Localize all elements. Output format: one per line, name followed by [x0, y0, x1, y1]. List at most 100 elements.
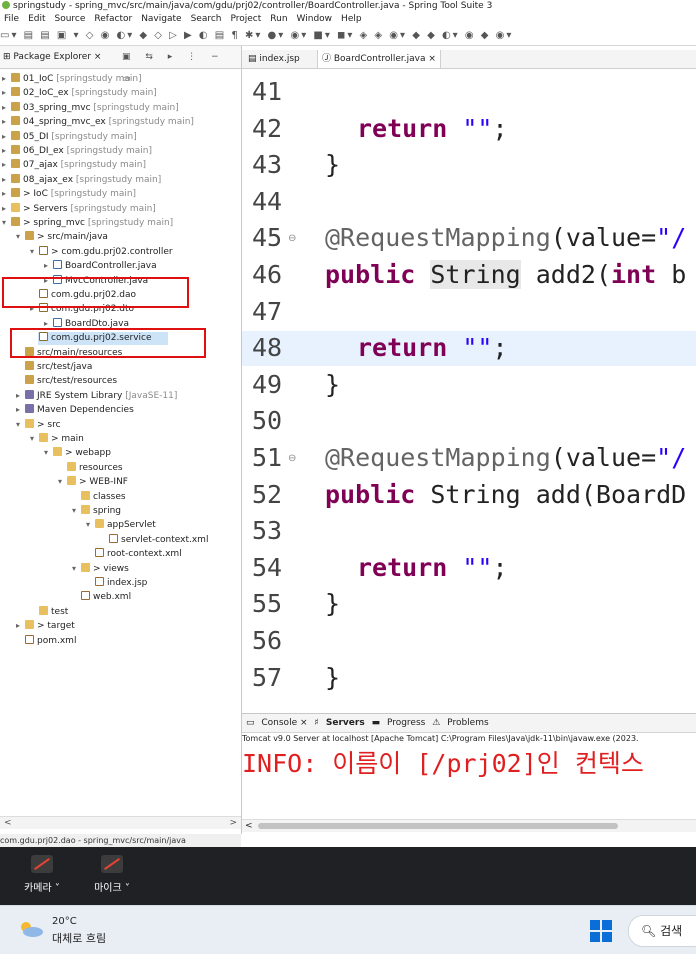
collapsed-arrow-icon[interactable]: ▸: [2, 144, 11, 158]
menu-navigate[interactable]: Navigate: [141, 14, 181, 24]
tree-item-decoration: [springstudy main]: [67, 203, 156, 214]
tree-item[interactable]: ▸ 01_IoC [springstudy main]: [2, 72, 142, 86]
tree-item[interactable]: ▾ > webapp: [44, 446, 111, 460]
tree-item[interactable]: pom.xml: [16, 634, 76, 648]
microphone-button[interactable]: 마이크 ˅: [82, 855, 142, 894]
tree-item[interactable]: ▾ > spring_mvc [springstudy main]: [2, 216, 173, 230]
tree-item[interactable]: root-context.xml: [86, 547, 182, 561]
collapsed-arrow-icon[interactable]: ▸: [16, 389, 25, 403]
weather-temperature[interactable]: 20°C: [52, 916, 77, 927]
weather-description[interactable]: 대체로 흐림: [52, 930, 106, 946]
tab-servers[interactable]: ♯ Servers: [314, 718, 364, 728]
collapsed-arrow-icon[interactable]: ▸: [2, 158, 11, 172]
windows-start-icon[interactable]: [590, 920, 612, 942]
line-number: 42: [252, 113, 283, 143]
collapsed-arrow-icon[interactable]: ▸: [16, 403, 25, 417]
menu-run[interactable]: Run: [270, 14, 287, 24]
console-horizontal-scrollbar[interactable]: <: [242, 819, 696, 832]
toolbar-icons[interactable]: ▭▾ ▤ ▤ ▣ ▾ ◇ ◉ ◐▾ ◆ ◇ ▷ ▶ ◐ ▤ ¶ ✱▾ ●▾ ◉▾…: [0, 30, 513, 41]
collapsed-arrow-icon[interactable]: ▸: [2, 86, 11, 100]
spring-tool-suite-icon: [2, 1, 10, 9]
menu-refactor[interactable]: Refactor: [94, 14, 132, 24]
tree-item[interactable]: index.jsp: [86, 576, 147, 590]
camera-button[interactable]: 카메라 ˅: [12, 855, 72, 894]
tree-item[interactable]: ▸ 08_ajax_ex [springstudy main]: [2, 173, 161, 187]
collapsed-arrow-icon[interactable]: ▸: [2, 173, 11, 187]
expanded-arrow-icon[interactable]: ▾: [2, 216, 11, 230]
menu-window[interactable]: Window: [297, 14, 333, 24]
tree-item-label: JRE System Library: [37, 390, 123, 401]
expanded-arrow-icon[interactable]: ▾: [72, 504, 81, 518]
tree-item[interactable]: ▸ 05_DI [springstudy main]: [2, 130, 137, 144]
tree-item[interactable]: ▾ > com.gdu.prj02.controller: [30, 245, 173, 259]
menu-search[interactable]: Search: [191, 14, 222, 24]
tree-item[interactable]: src/test/resources: [16, 374, 117, 388]
tree-item[interactable]: test: [30, 605, 68, 619]
collapsed-arrow-icon[interactable]: ▸: [44, 259, 53, 273]
tree-item[interactable]: web.xml: [72, 590, 131, 604]
cloudy-weather-icon[interactable]: [18, 921, 44, 937]
main-toolbar[interactable]: ▭▾ ▤ ▤ ▣ ▾ ◇ ◉ ◐▾ ◆ ◇ ▷ ▶ ◐ ▤ ¶ ✱▾ ●▾ ◉▾…: [0, 27, 696, 46]
collapsed-arrow-icon[interactable]: ▸: [2, 115, 11, 129]
code-editor[interactable]: 41 42 return ""; 43} 44 45 ⊖ @RequestMapping(va…: [242, 69, 696, 709]
expanded-arrow-icon[interactable]: ▾: [72, 562, 81, 576]
tree-item[interactable]: resources: [58, 461, 123, 475]
collapsed-arrow-icon[interactable]: ▸: [16, 619, 25, 633]
tree-item[interactable]: ▸ 07_ajax [springstudy main]: [2, 158, 146, 172]
tree-item[interactable]: src/test/java: [16, 360, 92, 374]
folder-icon: [81, 490, 90, 500]
collapsed-arrow-icon[interactable]: ▸: [2, 187, 11, 201]
tab-index-jsp[interactable]: ▤ index.jsp: [244, 50, 304, 68]
fold-collapse-icon[interactable]: ⊖: [288, 453, 296, 464]
tree-item[interactable]: ▸ 02_IoC_ex [springstudy main]: [2, 86, 157, 100]
expanded-arrow-icon[interactable]: ▾: [58, 475, 67, 489]
console-scroll-thumb[interactable]: [258, 823, 618, 829]
package-explorer-tab[interactable]: ⊞ Package Explorer ×: [3, 46, 101, 68]
tree-item[interactable]: ▾ > WEB-INF: [58, 475, 128, 489]
menu-help[interactable]: Help: [341, 14, 362, 24]
tree-item[interactable]: ▸ > IoC [springstudy main]: [2, 187, 136, 201]
collapsed-arrow-icon[interactable]: ▸: [2, 202, 11, 216]
tab-progress[interactable]: ▬ Progress: [372, 718, 426, 728]
tree-item[interactable]: ▾ > src: [16, 418, 61, 432]
menu-edit[interactable]: Edit: [28, 14, 45, 24]
fold-collapse-icon[interactable]: ⊖: [288, 233, 296, 244]
tab-problems[interactable]: ⚠ Problems: [432, 718, 488, 728]
menu-file[interactable]: File: [4, 14, 19, 24]
tree-item[interactable]: ▸ BoardController.java: [44, 259, 157, 273]
taskbar-search[interactable]: 🔍︎ 검색: [628, 915, 696, 947]
tree-item[interactable]: ▸ > Servers [springstudy main]: [2, 202, 156, 216]
collapsed-arrow-icon[interactable]: ▸: [2, 72, 11, 86]
tree-item[interactable]: ▸ > target: [16, 619, 75, 633]
menu-source[interactable]: Source: [55, 14, 86, 24]
expanded-arrow-icon[interactable]: ▾: [44, 446, 53, 460]
tree-item-label: > IoC: [23, 189, 48, 200]
tree-item[interactable]: servlet-context.xml: [100, 533, 208, 547]
tree-item[interactable]: ▸ 03_spring_mvc [springstudy main]: [2, 101, 179, 115]
expanded-arrow-icon[interactable]: ▾: [16, 418, 25, 432]
menu-project[interactable]: Project: [230, 14, 261, 24]
expanded-arrow-icon[interactable]: ▾: [86, 518, 95, 532]
tree-item[interactable]: ▸ 06_DI_ex [springstudy main]: [2, 144, 152, 158]
tree-item[interactable]: ▸ 04_spring_mvc_ex [springstudy main]: [2, 115, 194, 129]
tab-console[interactable]: ▭ Console ×: [246, 718, 308, 728]
tree-horizontal-scrollbar[interactable]: < >: [0, 816, 241, 829]
tree-item[interactable]: ▾ > src/main/java: [16, 230, 108, 244]
tree-item[interactable]: ▾ spring: [72, 504, 121, 518]
tree-item[interactable]: ▾ > main: [30, 432, 84, 446]
line-number: 47: [252, 296, 283, 326]
expanded-arrow-icon[interactable]: ▾: [30, 432, 39, 446]
tree-item[interactable]: classes: [72, 490, 126, 504]
collapsed-arrow-icon[interactable]: ▸: [2, 130, 11, 144]
tree-item[interactable]: ▸ Maven Dependencies: [16, 403, 134, 417]
line-number: 46: [252, 260, 283, 289]
tree-item[interactable]: ▾ > views: [72, 562, 129, 576]
expanded-arrow-icon[interactable]: ▾: [30, 245, 39, 259]
microphone-off-icon: [101, 855, 123, 873]
expanded-arrow-icon[interactable]: ▾: [16, 230, 25, 244]
tab-boardcontroller-java[interactable]: Ⓙ BoardController.java ×: [317, 50, 441, 68]
tree-item[interactable]: ▾ appServlet: [86, 518, 156, 532]
tree-item-label: appServlet: [107, 520, 156, 531]
tree-item[interactable]: ▸ JRE System Library [JavaSE-11]: [16, 389, 177, 403]
collapsed-arrow-icon[interactable]: ▸: [2, 101, 11, 115]
